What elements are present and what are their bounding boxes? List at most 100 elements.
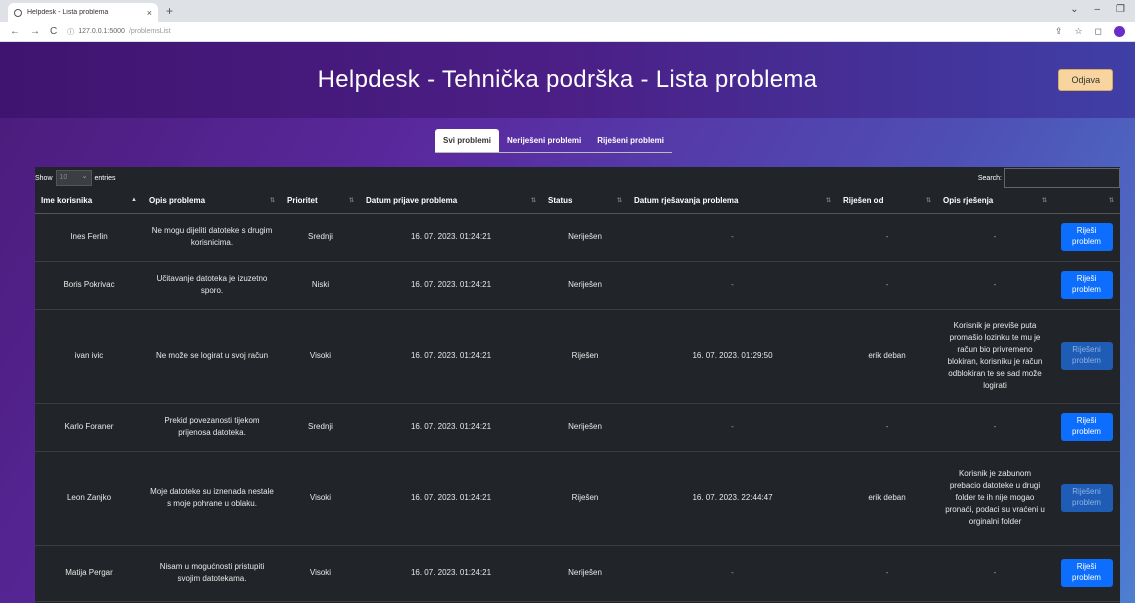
star-icon[interactable]: ☆ [1074,26,1082,37]
entries-label: entries [94,174,116,182]
resolved-problem-button: Riješeni problem [1060,484,1113,512]
tab-all-problems[interactable]: Svi problemi [435,129,500,152]
cell-priority: Visoki [281,451,360,546]
page-title: Helpdesk - Tehnička podrška - Lista prob… [317,66,818,93]
sort-icon: ⇅ [530,198,536,204]
maximize-icon[interactable]: ❐ [1116,4,1125,15]
cell-resolved-by: erik deban [837,309,937,404]
url-path: /problemsList [128,28,171,35]
col-priority[interactable]: Prioritet ⇅ [281,189,360,214]
col-user-label: Ime korisnika [41,196,93,206]
cell-status: Neriješen [542,545,628,602]
cell-user: Boris Pokrivac [35,261,143,310]
toolbar-right: ⇪ ☆ ◻ [1055,26,1125,37]
table-row: Ines Ferlin Ne mogu dijeliti datoteke s d… [35,213,1120,262]
cell-description: Ne mogu dijeliti datoteke s drugim koris… [143,213,281,262]
sort-icon: ⇅ [616,198,622,204]
cell-reported-date: 16. 07. 2023. 01:24:21 [360,403,542,452]
cell-priority: Visoki [281,309,360,404]
cell-action: Riješi problem [1053,213,1120,262]
col-status-label: Status [548,196,573,206]
col-description[interactable]: Opis problema ⇅ [143,189,281,214]
cell-action: Riješi problem [1053,261,1120,310]
url-host: 127.0.0.1:5000 [78,28,125,35]
cell-status: Neriješen [542,403,628,452]
globe-icon [14,8,22,17]
cell-user: Matija Pergar [35,545,143,602]
cell-resolved-by: - [837,403,937,452]
cell-description: Učitavanje datoteka je izuzetno sporo. [143,261,281,310]
col-resolved-by-label: Riješen od [843,196,884,206]
cell-status: Riješen [542,451,628,546]
url-field[interactable]: ⓘ 127.0.0.1:5000/problemsList [67,27,170,37]
cell-solution: - [937,213,1053,262]
col-reported-date[interactable]: Datum prijave problema ⇅ [360,189,542,214]
back-icon[interactable]: ← [10,26,20,37]
cell-description: Ne može se logirat u svoj račun [143,309,281,404]
col-solution[interactable]: Opis rješenja ⇅ [937,189,1053,214]
sort-icon: ⇅ [269,198,275,204]
cell-resolved-by: - [837,261,937,310]
col-user[interactable]: Ime korisnika ▲ [35,189,143,214]
tab-resolved-problems[interactable]: Riješeni problemi [589,129,672,152]
cell-resolved-date: 16. 07. 2023. 01:29:50 [628,309,837,404]
cell-priority: Visoki [281,545,360,602]
share-icon[interactable]: ⇪ [1055,26,1063,37]
cell-reported-date: 16. 07. 2023. 01:24:21 [360,309,542,404]
show-label: Show [35,174,53,182]
resolve-problem-button[interactable]: Riješi problem [1060,271,1113,299]
search-label: Search: [977,174,1002,182]
cell-user: Leon Zanjko [35,451,143,546]
resolve-problem-button[interactable]: Riješi problem [1060,223,1113,251]
col-priority-label: Prioritet [287,196,318,206]
resolve-problem-button[interactable]: Riješi problem [1060,559,1113,587]
sort-icon: ⇅ [1108,198,1114,204]
tab-unresolved-problems[interactable]: Neriješeni problemi [499,129,589,152]
table-row: Boris Pokrivac Učitavanje datoteka je izu… [35,261,1120,310]
col-status[interactable]: Status ⇅ [542,189,628,214]
logout-button[interactable]: Odjava [1058,69,1113,91]
tab-search-icon[interactable]: ⌄ [1070,4,1078,15]
col-resolved-date[interactable]: Datum rješavanja problema ⇅ [628,189,837,214]
col-resolved-by[interactable]: Riješen od ⇅ [837,189,937,214]
cell-description: Prekid povezanosti tijekom prijenosa dat… [143,403,281,452]
cell-user: ivan ivic [35,309,143,404]
forward-icon[interactable]: → [30,26,40,37]
info-icon: ⓘ [67,28,75,36]
problems-table-container: Show 10 entries Search: Ime korisnika ▲ O… [35,167,1120,603]
cell-reported-date: 16. 07. 2023. 01:24:21 [360,261,542,310]
cell-resolved-date: - [628,261,837,310]
resolve-problem-button[interactable]: Riješi problem [1060,413,1113,441]
cell-resolved-by: - [837,545,937,602]
cell-resolved-by: erik deban [837,451,937,546]
table-row: Karlo Foraner Prekid povezanosti tijekom … [35,403,1120,452]
sort-icon: ⇅ [925,198,931,204]
problems-table: Ime korisnika ▲ Opis problema ⇅ Prioritet ⇅… [35,189,1120,602]
col-resolved-date-label: Datum rješavanja problema [634,196,739,206]
filter-tabs: Svi problemi Neriješeni problemi Riješen… [435,129,672,153]
sidebar-icon[interactable]: ◻ [1095,26,1102,37]
minimize-icon[interactable]: – [1094,4,1100,15]
close-tab-icon[interactable]: × [147,8,152,18]
cell-status: Neriješen [542,261,628,310]
resolved-problem-button: Riješeni problem [1060,342,1113,370]
profile-avatar[interactable] [1114,26,1125,37]
table-row: ivan ivic Ne može se logirat u svoj račun… [35,309,1120,404]
cell-resolved-date: - [628,545,837,602]
cell-solution: - [937,261,1053,310]
entries-select[interactable]: 10 [55,170,92,186]
table-row: Matija Pergar Nisam u mogućnosti pristupi… [35,545,1120,602]
cell-resolved-by: - [837,213,937,262]
search-input[interactable] [1004,168,1120,188]
col-reported-date-label: Datum prijave problema [366,196,458,206]
sort-icon: ⇅ [1041,198,1047,204]
address-bar: ← → C ⓘ 127.0.0.1:5000/problemsList ⇪ ☆ … [0,22,1135,42]
new-tab-button[interactable]: + [166,3,173,22]
browser-tab[interactable]: Helpdesk - Lista problema × [8,3,158,22]
reload-icon[interactable]: C [50,26,57,37]
cell-priority: Srednji [281,213,360,262]
cell-resolved-date: - [628,403,837,452]
page-header: Helpdesk - Tehnička podrška - Lista prob… [0,42,1135,118]
cell-action: Riješi problem [1053,545,1120,602]
cell-user: Ines Ferlin [35,213,143,262]
